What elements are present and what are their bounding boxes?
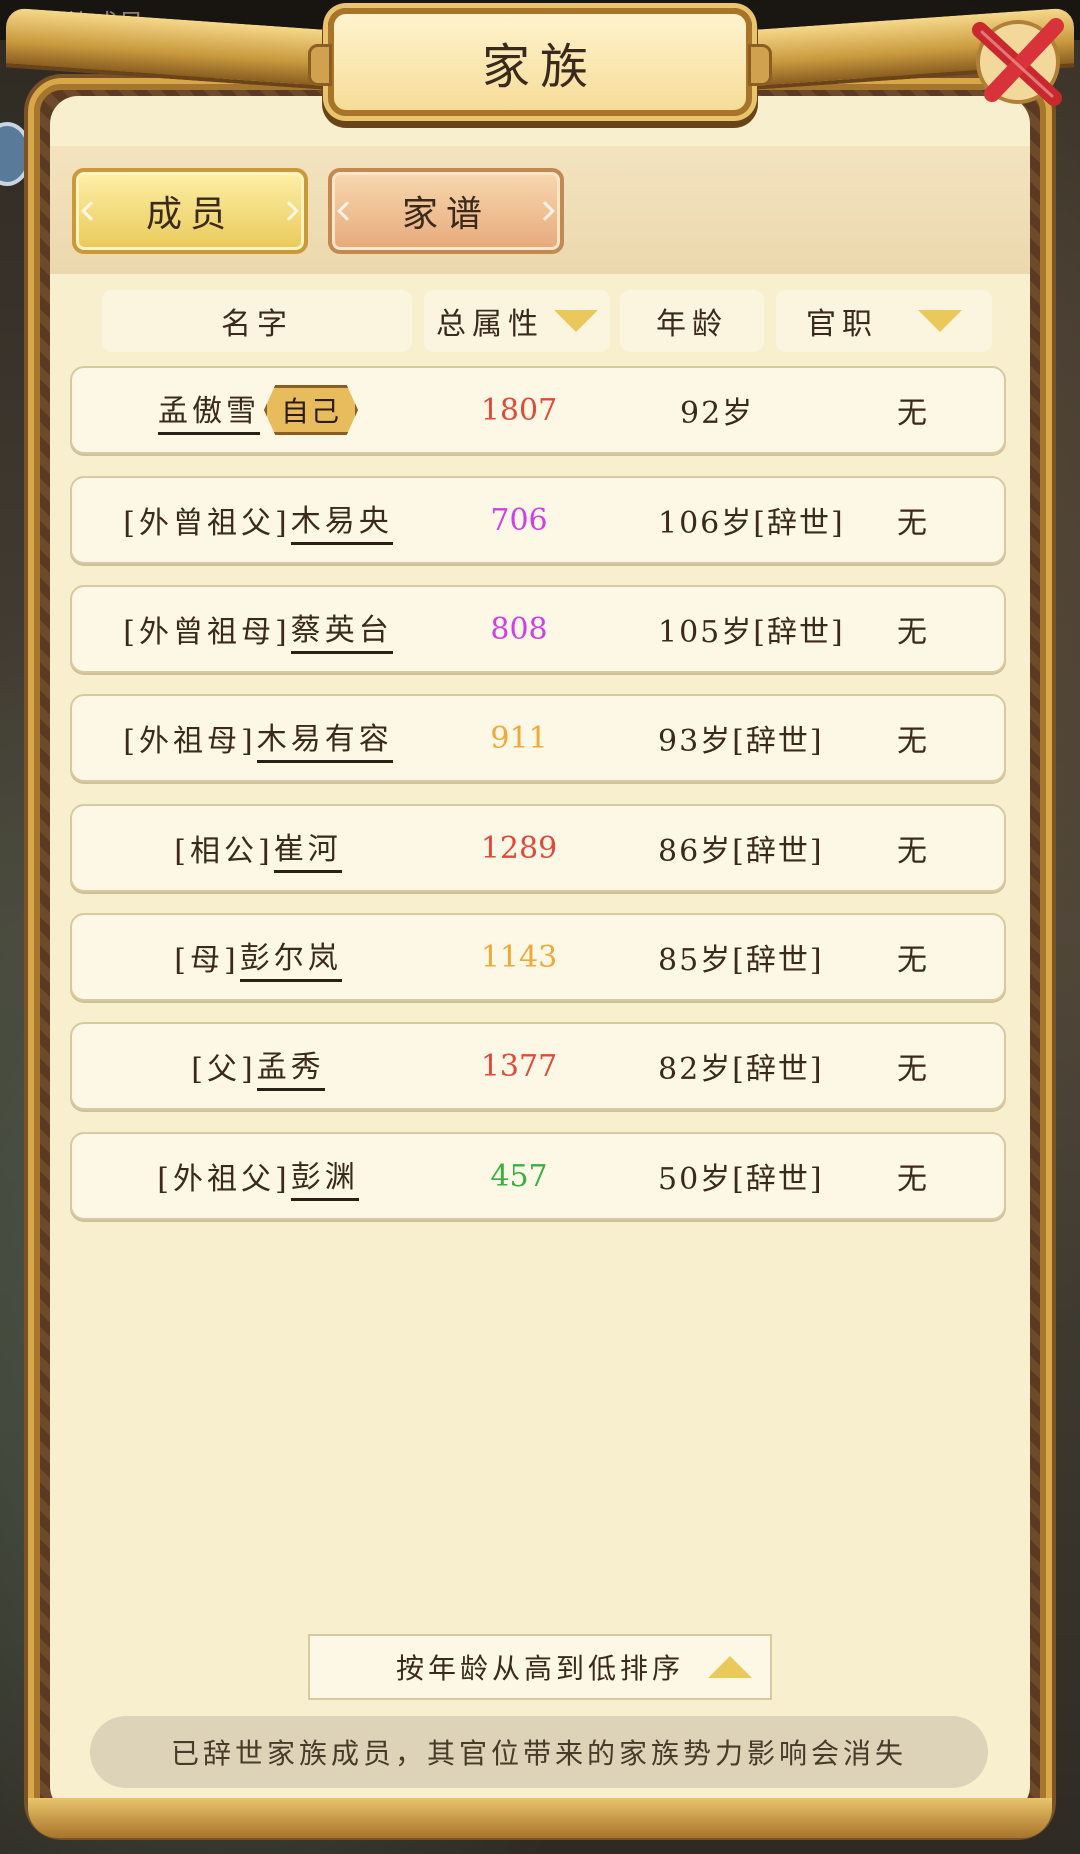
member-name-link[interactable]: 木易央 <box>290 496 393 545</box>
member-name-link[interactable]: 木易有容 <box>256 714 393 763</box>
tab-genealogy-label: 家谱 <box>401 194 490 235</box>
member-relation: [外祖父] <box>157 1162 291 1197</box>
member-name-cell: [外祖母] 木易有容 <box>72 696 444 780</box>
member-attr: 706 <box>490 502 548 538</box>
member-row[interactable]: 孟傲雪 自己 1807 92岁 无 <box>70 366 1006 454</box>
member-relation: [父] <box>191 1052 257 1087</box>
member-name-cell: [父] 孟秀 <box>72 1024 444 1108</box>
member-attr: 1143 <box>480 939 558 975</box>
member-age: 106岁[辞世] <box>658 506 845 541</box>
member-age: 82岁[辞世] <box>658 1052 824 1087</box>
triangle-down-icon <box>918 310 962 332</box>
tab-genealogy[interactable]: 家谱 <box>328 168 564 254</box>
member-row[interactable]: [外祖父] 彭渊 457 50岁[辞世] 无 <box>70 1132 1006 1220</box>
column-header-title-label: 官职 <box>806 307 878 342</box>
tab-members[interactable]: 成员 <box>72 168 308 254</box>
member-relation: [外祖母] <box>123 724 257 759</box>
member-row[interactable]: [父] 孟秀 1377 82岁[辞世] 无 <box>70 1022 1006 1110</box>
member-name-cell: [外祖父] 彭渊 <box>72 1134 444 1218</box>
member-title: 无 <box>897 396 927 431</box>
sort-button-label: 按年龄从高到低排序 <box>395 1652 684 1685</box>
column-header-attr-label: 总属性 <box>436 307 544 342</box>
member-title: 无 <box>897 834 927 869</box>
member-relation: [外曾祖父] <box>123 506 291 541</box>
member-row[interactable]: [母] 彭尔岚 1143 85岁[辞世] 无 <box>70 913 1006 1001</box>
member-row[interactable]: [外曾祖父] 木易央 706 106岁[辞世] 无 <box>70 476 1006 564</box>
member-age: 93岁[辞世] <box>658 724 824 759</box>
member-name-link[interactable]: 孟秀 <box>256 1042 325 1091</box>
member-relation: [相公] <box>174 834 274 869</box>
member-attr: 1377 <box>480 1048 558 1084</box>
member-title: 无 <box>897 1162 927 1197</box>
title-plaque: 家族 <box>308 8 772 116</box>
member-age: 85岁[辞世] <box>658 943 824 978</box>
dialog-title: 家族 <box>481 39 598 95</box>
chevron-right-icon <box>535 201 555 221</box>
close-button[interactable] <box>958 12 1070 112</box>
column-header-attr[interactable]: 总属性 <box>424 290 610 352</box>
member-row[interactable]: [外祖母] 木易有容 911 93岁[辞世] 无 <box>70 694 1006 782</box>
chevron-right-icon <box>279 201 299 221</box>
chevron-left-icon <box>81 201 101 221</box>
member-attr: 808 <box>490 611 548 647</box>
tab-members-label: 成员 <box>145 194 234 235</box>
member-title: 无 <box>897 943 927 978</box>
deceased-notice-text: 已辞世家族成员，其官位带来的家族势力影响会消失 <box>170 1737 907 1770</box>
member-name-cell: [母] 彭尔岚 <box>72 915 444 999</box>
self-badge: 自己 <box>263 385 358 435</box>
member-relation: [外曾祖母] <box>123 615 291 650</box>
member-name-link[interactable]: 崔河 <box>273 824 342 873</box>
member-name-link[interactable]: 彭尔岚 <box>239 933 342 982</box>
member-row[interactable]: [相公] 崔河 1289 86岁[辞世] 无 <box>70 804 1006 892</box>
column-header-title[interactable]: 官职 <box>776 290 992 352</box>
sort-button[interactable]: 按年龄从高到低排序 <box>308 1634 772 1700</box>
column-header-age: 年龄 <box>620 290 764 352</box>
member-attr: 911 <box>490 720 548 756</box>
member-attr: 1289 <box>480 830 558 866</box>
member-relation: [母] <box>174 943 240 978</box>
member-name-cell: [外曾祖父] 木易央 <box>72 478 444 562</box>
member-name-link[interactable]: 蔡英台 <box>290 605 393 654</box>
chevron-left-icon <box>337 201 357 221</box>
close-icon <box>972 18 1064 106</box>
member-title: 无 <box>897 1052 927 1087</box>
member-age: 105岁[辞世] <box>658 615 845 650</box>
triangle-up-icon <box>708 1656 752 1678</box>
member-age: 92岁 <box>680 396 755 431</box>
column-header-name: 名字 <box>102 290 412 352</box>
deceased-notice: 已辞世家族成员，其官位带来的家族势力影响会消失 <box>90 1716 988 1788</box>
member-title: 无 <box>897 506 927 541</box>
bottom-ornament <box>28 1798 1052 1838</box>
member-name-cell: 孟傲雪 自己 <box>72 368 444 452</box>
member-title: 无 <box>897 615 927 650</box>
member-title: 无 <box>897 724 927 759</box>
member-age: 50岁[辞世] <box>658 1162 824 1197</box>
member-attr: 457 <box>490 1158 548 1194</box>
member-name-cell: [外曾祖母] 蔡英台 <box>72 587 444 671</box>
column-header-name-label: 名字 <box>221 307 293 342</box>
member-name-cell: [相公] 崔河 <box>72 806 444 890</box>
triangle-down-icon <box>554 310 598 332</box>
member-attr: 1807 <box>480 392 558 428</box>
member-row[interactable]: [外曾祖母] 蔡英台 808 105岁[辞世] 无 <box>70 585 1006 673</box>
member-age: 86岁[辞世] <box>658 834 824 869</box>
member-name-link[interactable]: 孟傲雪 <box>157 386 260 435</box>
member-name-link[interactable]: 彭渊 <box>290 1152 359 1201</box>
column-header-age-label: 年龄 <box>656 307 728 342</box>
